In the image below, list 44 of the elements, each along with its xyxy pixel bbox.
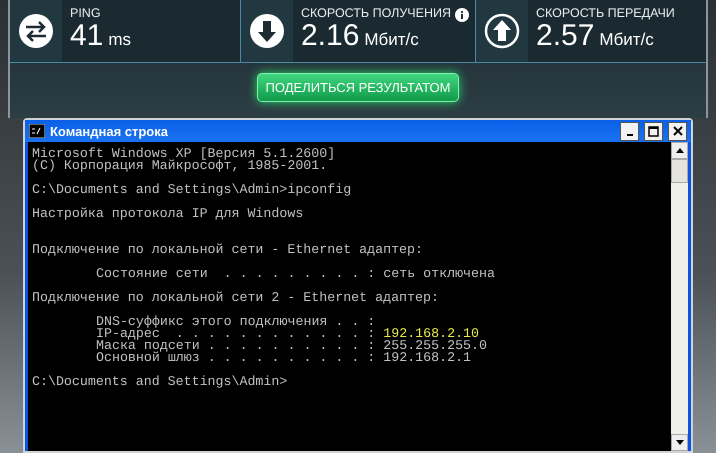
console-line: Подключение по локальной сети 2 - Ethernet адаптер: <box>32 292 439 304</box>
metric-unit: Мбит/с <box>599 30 654 50</box>
scrollbar-thumb[interactable] <box>671 159 688 183</box>
metric-label: СКОРОСТЬ ПЕРЕДАЧИ <box>536 6 675 20</box>
info-icon[interactable] <box>455 8 470 22</box>
metric-value: 2.57 <box>536 20 594 52</box>
console-line: C:\Documents and Settings\Admin> <box>32 376 288 388</box>
metric-value: 41 <box>70 20 104 52</box>
caret-down-icon <box>676 440 684 445</box>
scroll-down-button[interactable] <box>671 434 688 451</box>
console-app-icon <box>29 124 45 138</box>
minimize-icon <box>626 134 632 136</box>
arrows-exchange-icon <box>18 13 54 49</box>
maximize-button[interactable] <box>644 122 663 140</box>
arrow-up-icon <box>484 13 520 49</box>
maximize-icon <box>648 126 659 136</box>
arrow-down-icon <box>248 13 285 49</box>
console-line: (C) Корпорация Майкрософт, 1985-2001. <box>32 160 328 172</box>
metric-unit: Мбит/с <box>364 30 419 50</box>
console-field-label: Маска подсети . . . . . . . . . . : <box>96 340 376 352</box>
console-field-label: IP-адрес . . . . . . . . . . . . : <box>96 328 376 340</box>
console-field-value: 192.168.2.10 <box>383 328 480 340</box>
console-line: Подключение по локальной сети - Ethernet адаптер: <box>32 244 423 256</box>
minimize-button[interactable] <box>620 122 639 140</box>
metric-label: СКОРОСТЬ ПОЛУЧЕНИЯ <box>300 6 452 20</box>
share-result-button[interactable]: ПОДЕЛИТЬСЯ РЕЗУЛЬТАТОМ <box>256 73 460 102</box>
console-field-label: Основной шлюз . . . . . . . . . . : <box>96 352 376 364</box>
close-button[interactable] <box>668 122 687 140</box>
metric-label: PING <box>70 6 101 20</box>
console-field-value: 192.168.2.1 <box>383 352 472 364</box>
caret-up-icon <box>676 148 684 153</box>
console-field-label: Состояние сети . . . . . . . . . : <box>96 268 376 280</box>
console-field-value: сеть отключена <box>383 268 495 280</box>
close-icon <box>672 126 682 136</box>
window-title: Командная строка <box>50 124 169 138</box>
console-line: Настройка протокола IP для Windows <box>32 208 304 220</box>
metric-value: 2.16 <box>300 20 360 52</box>
console-field-value: 255.255.255.0 <box>383 340 487 352</box>
console-field-label: DNS-суффикс этого подключения . . : <box>96 316 376 328</box>
scroll-up-button[interactable] <box>671 142 688 159</box>
console-line: C:\Documents and Settings\Admin>ipconfig <box>32 184 352 196</box>
scrollbar[interactable] <box>671 142 688 451</box>
console-line: Microsoft Windows XP [Версия 5.1.2600] <box>32 148 336 160</box>
metric-unit: ms <box>108 30 132 50</box>
